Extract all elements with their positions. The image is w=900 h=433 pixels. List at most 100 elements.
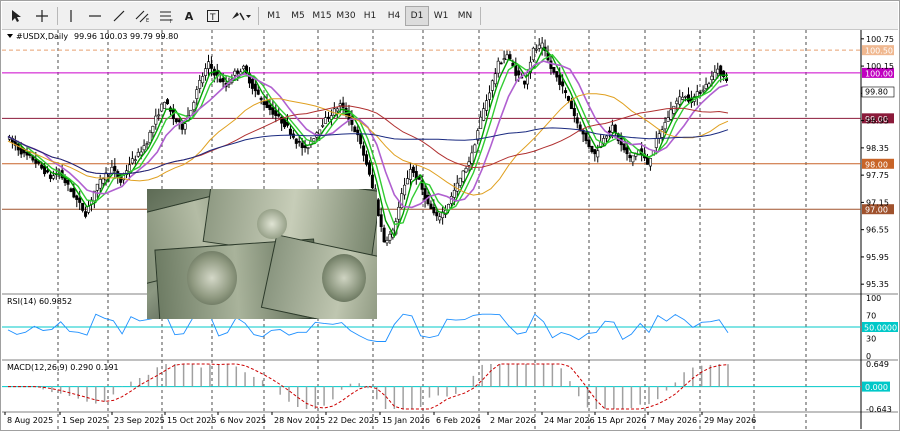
timeframe-w1[interactable]: W1 — [429, 6, 453, 26]
cursor-arrow-icon[interactable] — [6, 6, 26, 26]
timeframe-m15[interactable]: M15 — [310, 6, 334, 26]
candle-body — [710, 75, 714, 81]
candle-body — [467, 161, 471, 166]
candle-body — [259, 97, 263, 100]
candle-body — [672, 105, 676, 114]
candle-body — [502, 58, 506, 60]
fibonacci-retracement-icon[interactable]: F — [157, 6, 177, 26]
candle-body — [631, 155, 635, 163]
candle-body — [277, 113, 281, 117]
candle-body — [605, 135, 609, 139]
candle-body — [34, 159, 38, 164]
candle-body — [722, 70, 726, 78]
candle-body — [435, 212, 439, 217]
candle-body — [204, 68, 208, 76]
candle-body — [206, 61, 210, 69]
candle-body — [335, 108, 339, 112]
timeframe-m30[interactable]: M30 — [334, 6, 358, 26]
candle-body — [127, 164, 131, 172]
candle-body — [198, 80, 202, 89]
candle-body — [306, 147, 310, 149]
y-tick-label: 100.15 — [866, 62, 894, 71]
candle-body — [423, 188, 427, 200]
trendline-icon[interactable] — [109, 6, 129, 26]
candle-body — [107, 173, 111, 176]
toolbar: E F A T M1 M5 M15 M30 H1 H4 D1 W1 MN — [2, 2, 898, 30]
timeframe-h4[interactable]: H4 — [382, 6, 406, 26]
candle-body — [297, 140, 301, 143]
candle-body — [610, 124, 614, 133]
candle-body — [607, 130, 611, 133]
candle-body — [236, 70, 240, 74]
candle-body — [163, 101, 167, 109]
candle-body — [473, 144, 477, 153]
chart-svg[interactable]: 100.50100.0099.0098.0097.00100.75100.159… — [2, 30, 898, 429]
candle-body — [98, 179, 102, 189]
candle-body — [517, 70, 521, 76]
timeframe-d1[interactable]: D1 — [405, 6, 429, 26]
candle-body — [324, 117, 328, 124]
candle-body — [628, 154, 632, 159]
candle-body — [549, 60, 553, 69]
timeframe-m1[interactable]: M1 — [262, 6, 286, 26]
candle-body — [716, 68, 720, 74]
timeframe-mn[interactable]: MN — [453, 6, 477, 26]
candle-body — [678, 96, 682, 105]
candle-body — [569, 100, 573, 110]
dollar-bills-photo — [147, 189, 377, 319]
toolbar-separator — [57, 7, 58, 25]
candle-body — [362, 145, 366, 156]
candle-body — [265, 101, 269, 108]
candle-body — [654, 138, 658, 148]
macd-y-tick-label: -0.643 — [866, 405, 892, 414]
candle-body — [69, 188, 73, 192]
candle-body — [256, 89, 260, 95]
candle-body — [403, 184, 407, 196]
toolbar-separator — [258, 7, 259, 25]
candle-body — [321, 125, 325, 127]
candle-body — [464, 168, 468, 173]
crosshair-icon[interactable] — [32, 6, 52, 26]
candle-body — [157, 114, 161, 117]
vertical-line-icon[interactable] — [62, 6, 80, 26]
timeframe-h1[interactable]: H1 — [358, 6, 382, 26]
macd-y-tick-label: 0.649 — [866, 360, 889, 369]
candle-body — [406, 178, 410, 185]
y-tick-label: 100.75 — [866, 35, 894, 44]
horizontal-line-icon[interactable] — [85, 6, 105, 26]
candle-body — [587, 139, 591, 148]
candle-body — [596, 150, 600, 158]
chart-window: E F A T M1 M5 M15 M30 H1 H4 D1 W1 MN 100… — [0, 0, 900, 431]
x-tick-label: 15 Jan 2026 — [382, 416, 430, 425]
svg-text:T: T — [209, 13, 216, 23]
candle-body — [382, 227, 386, 243]
text-tool-button[interactable]: A — [181, 6, 197, 26]
x-tick-label: 15 Apr 2026 — [597, 416, 646, 425]
candle-body — [113, 165, 117, 172]
candle-body — [136, 151, 140, 157]
timeframe-m5[interactable]: M5 — [286, 6, 310, 26]
candle-body — [411, 166, 415, 173]
svg-text:E: E — [146, 18, 149, 23]
text-label-icon[interactable]: T — [204, 6, 222, 26]
candle-body — [701, 89, 705, 92]
candle-body — [648, 158, 652, 167]
candle-body — [312, 138, 316, 142]
arrows-dropdown-icon[interactable] — [228, 6, 254, 26]
candle-body — [566, 96, 570, 101]
candle-body — [461, 170, 465, 182]
candle-body — [485, 100, 489, 111]
candle-body — [294, 138, 298, 144]
equidistant-channel-icon[interactable]: E — [133, 6, 153, 26]
candle-body — [195, 89, 199, 99]
candle-body — [72, 188, 76, 198]
x-tick-label: 29 May 2026 — [704, 416, 756, 425]
candle-body — [666, 117, 670, 122]
candle-body — [332, 108, 336, 116]
chart-area[interactable]: 100.50 100.00 99.00 98.00 97.00 100.75 100.15 9… — [2, 30, 898, 433]
candle-body — [51, 175, 55, 179]
candle-body — [288, 128, 292, 135]
candle-body — [669, 109, 673, 120]
candle-body — [81, 202, 85, 211]
candle-body — [698, 91, 702, 94]
